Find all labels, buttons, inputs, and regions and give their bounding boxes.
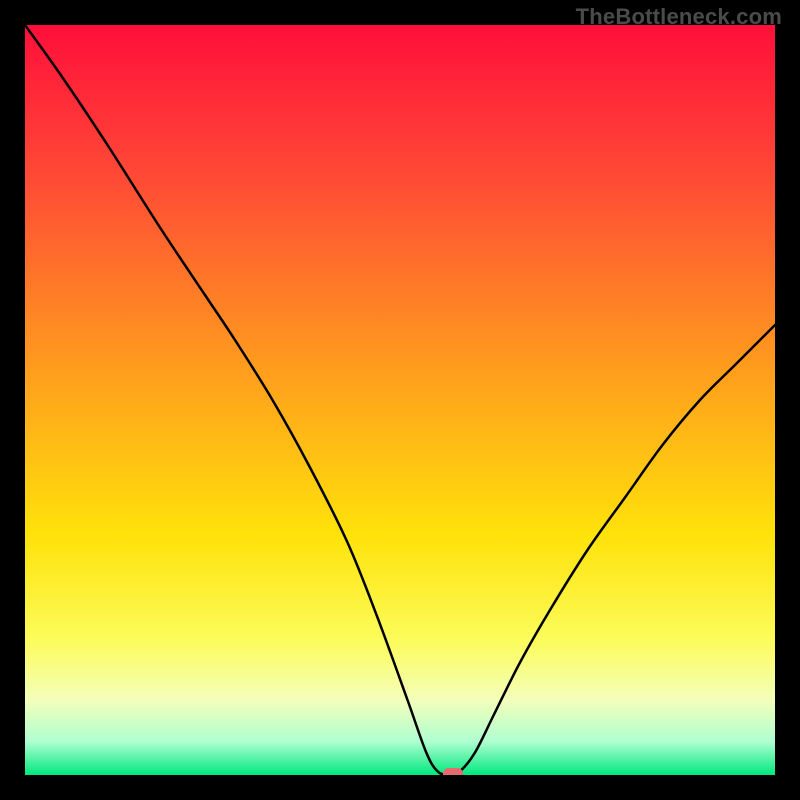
plot-area [25, 25, 775, 775]
watermark-text: TheBottleneck.com [576, 4, 782, 30]
chart-frame: TheBottleneck.com [0, 0, 800, 800]
bottleneck-curve [25, 25, 775, 775]
optimum-marker [443, 768, 463, 775]
